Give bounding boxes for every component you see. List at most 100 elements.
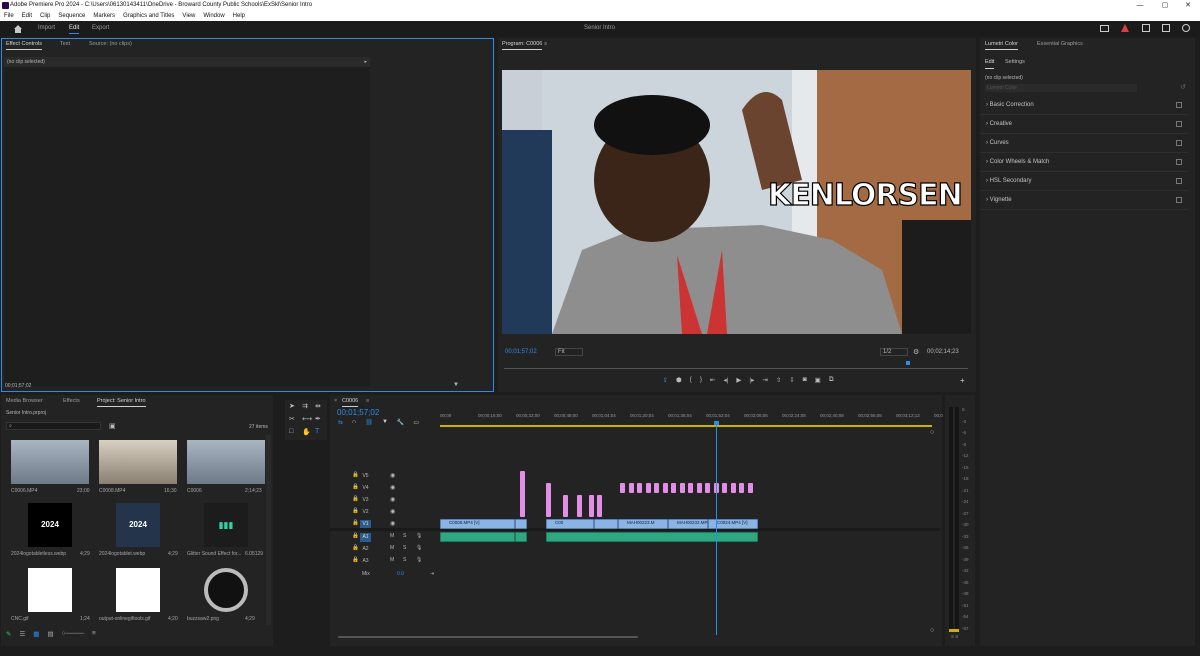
graphic-clip[interactable]	[563, 495, 568, 517]
tab-lumetri-edit[interactable]: Edit	[985, 56, 995, 69]
graphic-clip[interactable]	[662, 483, 668, 493]
fullscreen-icon[interactable]	[1162, 24, 1170, 32]
graphic-clip[interactable]	[620, 483, 625, 493]
tab-import[interactable]: Import	[38, 21, 55, 36]
project-item-thumb[interactable]	[187, 440, 265, 484]
timeline-settings-icon[interactable]: 🔧	[397, 419, 404, 426]
graphic-clip[interactable]	[747, 483, 753, 493]
project-item-thumb[interactable]	[11, 440, 89, 484]
maximize-button[interactable]: ▢	[1153, 0, 1177, 11]
home-icon[interactable]	[13, 24, 23, 33]
menu-edit[interactable]: Edit	[22, 11, 32, 21]
close-sequence-icon[interactable]: ×	[334, 395, 337, 407]
section-toggle[interactable]	[1176, 102, 1182, 108]
graphic-clip[interactable]	[645, 483, 651, 493]
project-scrollbar[interactable]	[266, 435, 271, 625]
work-area-bar[interactable]	[440, 425, 932, 427]
audio-waveform-icon[interactable]: ▮▮▮	[204, 503, 248, 547]
tab-edit[interactable]: Edit	[69, 21, 80, 36]
eye-icon[interactable]: ◉	[390, 496, 395, 503]
reset-icon[interactable]: ↺	[1180, 83, 1186, 91]
extract-icon[interactable]: ⇩	[789, 376, 794, 386]
track-label[interactable]: A2	[360, 545, 371, 554]
snap-icon[interactable]: ∩	[352, 419, 356, 426]
slip-tool-icon[interactable]: ⟷	[302, 415, 312, 423]
lock-icon[interactable]: 🔒	[352, 557, 359, 563]
lift-icon[interactable]: ⇧	[776, 376, 781, 386]
expand-icon[interactable]: ▸	[364, 57, 367, 67]
solo-button[interactable]: S	[403, 557, 406, 563]
quick-export-icon[interactable]	[1142, 24, 1150, 32]
track-label[interactable]: V5	[360, 472, 371, 481]
lock-icon[interactable]: 🔒	[352, 533, 359, 539]
graphic-clip[interactable]	[679, 483, 685, 493]
video-clip[interactable]: MAH00232.MP4 [V]	[668, 519, 717, 529]
menu-markers[interactable]: Markers	[93, 11, 115, 21]
section-vignette[interactable]: › Vignette	[980, 191, 1188, 210]
zoom-handle-icon[interactable]: ○	[930, 429, 934, 436]
graphic-clip[interactable]	[589, 495, 594, 517]
linked-selection-icon[interactable]: ⛓	[365, 419, 373, 426]
project-item-thumb[interactable]	[99, 440, 177, 484]
multicam-icon[interactable]: ⧉	[829, 376, 834, 386]
menu-file[interactable]: File	[4, 11, 14, 21]
add-marker-icon[interactable]: ▼	[382, 419, 388, 426]
graphic-clip[interactable]	[722, 483, 727, 493]
tab-media-browser[interactable]: Media Browser	[6, 395, 43, 407]
go-to-out-icon[interactable]: ⇥	[762, 376, 767, 386]
list-view-icon[interactable]: ☰	[19, 630, 25, 640]
lock-icon[interactable]: 🔒	[352, 484, 359, 490]
menu-icon[interactable]: ≡	[544, 38, 547, 50]
timeline-timecode[interactable]: 00;01;57;02	[337, 408, 379, 417]
audio-clip[interactable]	[440, 532, 515, 542]
playhead-handle[interactable]	[714, 421, 719, 425]
track-label[interactable]: A3	[360, 557, 371, 566]
project-item-thumb[interactable]: 2024	[28, 503, 72, 547]
zoom-handle-icon[interactable]: ○	[930, 627, 934, 634]
time-ruler[interactable]: 00;00 00;00;16;00 00;00;32;00 00;00;48;00 00…	[440, 413, 943, 423]
eye-icon[interactable]: ◉	[390, 508, 395, 515]
video-clip[interactable]	[515, 519, 527, 529]
graphic-clip[interactable]	[577, 495, 582, 517]
go-to-in-icon[interactable]: ⇤	[710, 376, 715, 386]
new-bin-icon[interactable]: ▣	[109, 422, 116, 430]
eye-icon[interactable]: ◉	[390, 472, 395, 479]
section-toggle[interactable]	[1176, 121, 1182, 127]
audio-clip[interactable]	[515, 532, 527, 542]
zoom-slider[interactable]: ○────	[62, 630, 84, 640]
filter-icon[interactable]: ▼	[453, 382, 459, 388]
graphic-clip[interactable]	[628, 483, 634, 493]
lock-icon[interactable]: 🔒	[352, 508, 359, 514]
graphic-clip[interactable]	[730, 483, 736, 493]
section-toggle[interactable]	[1176, 197, 1182, 203]
lock-icon[interactable]: 🔒	[352, 545, 359, 551]
track-label[interactable]: A1	[360, 533, 371, 542]
icon-view-icon[interactable]: ▦	[33, 630, 39, 640]
ripple-edit-icon[interactable]: ⇹	[315, 402, 321, 410]
sort-icon[interactable]: ≡	[92, 630, 96, 640]
nest-icon[interactable]: ⇆	[338, 419, 343, 426]
track-label[interactable]: V3	[360, 496, 371, 505]
eye-icon[interactable]: ◉	[390, 484, 395, 491]
rectangle-tool-icon[interactable]: □	[289, 428, 293, 435]
lumetri-effect-select[interactable]: Lumetri Color	[985, 84, 1137, 92]
marker-icon[interactable]: ⬢	[676, 376, 682, 386]
graphic-clip[interactable]	[654, 483, 659, 493]
section-basic-correction[interactable]: › Basic Correction	[980, 96, 1188, 115]
camera-icon[interactable]: ◙	[803, 376, 807, 386]
track-label[interactable]: V4	[360, 484, 371, 493]
pencil-icon[interactable]: ✎	[6, 630, 11, 640]
section-creative[interactable]: › Creative	[980, 115, 1188, 134]
help-icon[interactable]	[1182, 24, 1190, 32]
mic-icon[interactable]: 🎙	[416, 545, 422, 551]
section-color-wheels[interactable]: › Color Wheels & Match	[980, 153, 1188, 172]
project-item-thumb[interactable]: 2024	[116, 503, 160, 547]
video-clip[interactable]: C0006.MP4 [V]	[440, 519, 515, 529]
freeform-view-icon[interactable]: ▤	[47, 630, 53, 640]
pen-tool-icon[interactable]: ✒	[315, 415, 321, 423]
solo-buttons[interactable]: S S	[951, 634, 958, 639]
playhead-marker[interactable]	[906, 361, 910, 365]
close-button[interactable]: ✕	[1176, 0, 1200, 11]
graphic-clip[interactable]	[696, 483, 702, 493]
section-toggle[interactable]	[1176, 178, 1182, 184]
